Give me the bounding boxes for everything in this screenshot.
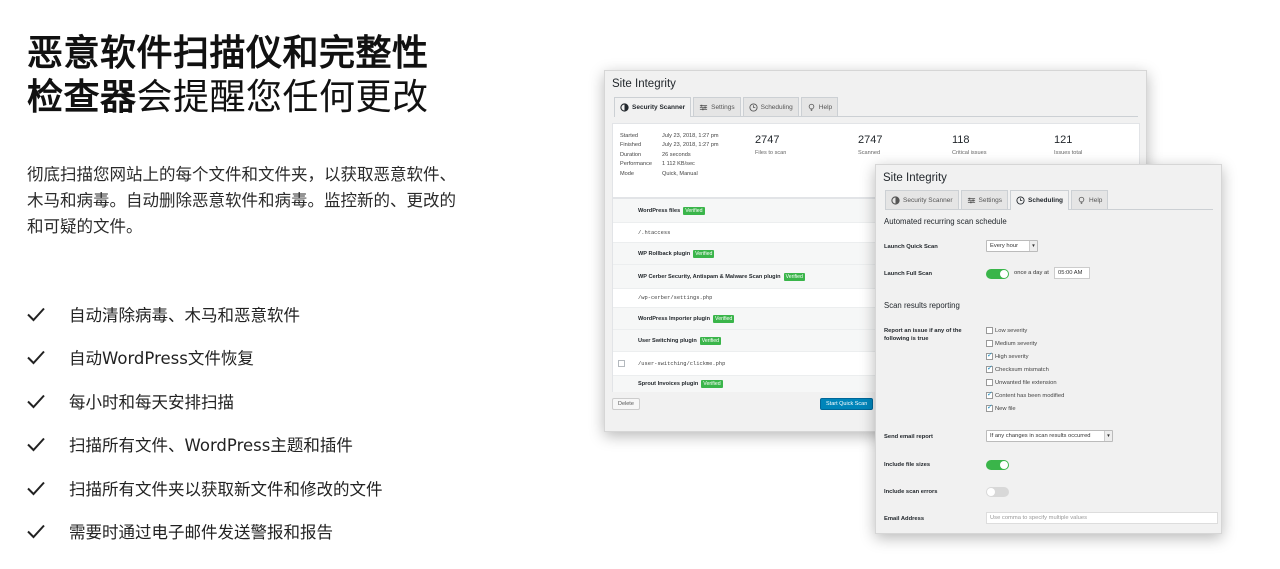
checkbox[interactable] (986, 379, 993, 386)
tab-security-scanner[interactable]: Security Scanner (885, 190, 959, 209)
tab-help[interactable]: Help (800, 97, 839, 116)
checkmark-icon (25, 520, 47, 542)
feature-label: 需要时通过电子邮件发送警报和报告 (69, 523, 333, 543)
feature-item: 扫描所有文件夹以获取新文件和修改的文件 (25, 466, 383, 510)
schedule-heading: Automated recurring scan schedule (884, 217, 1007, 226)
tab-security-scanner[interactable]: Security Scanner (614, 97, 692, 117)
launch-quick-scan-label: Launch Quick Scan (884, 244, 938, 250)
feature-label: 自动WordPress文件恢复 (69, 349, 254, 369)
verified-badge: Verified (713, 314, 735, 323)
stat-files-to-scan: 2747 Files to scan (755, 134, 787, 156)
hero-title-line1: 恶意软件扫描仪和完整性 (27, 33, 429, 74)
option-unwanted-extension[interactable]: Unwanted file extension (986, 379, 1057, 386)
start-quick-scan-button[interactable]: Start Quick Scan (820, 398, 874, 410)
chevron-down-icon: ▼ (1104, 431, 1112, 441)
option-low-severity[interactable]: Low severity (986, 327, 1027, 334)
checkmark-icon (25, 433, 47, 455)
hero-title-bold: 检查器 (27, 77, 137, 118)
option-high-severity[interactable]: High severity (986, 351, 1029, 360)
scheduling-form: Automated recurring scan schedule Launch… (876, 211, 1221, 533)
feature-item: 自动WordPress文件恢复 (25, 336, 383, 380)
checkmark-icon (25, 390, 47, 412)
shield-icon (620, 103, 629, 112)
tab-settings[interactable]: Settings (693, 97, 741, 116)
include-scan-errors-label: Include scan errors (884, 489, 938, 495)
checkbox[interactable] (986, 390, 993, 399)
quick-scan-frequency-select[interactable]: Every hour ▼ (986, 240, 1038, 252)
checkmark-icon (25, 477, 47, 499)
checkbox[interactable] (986, 351, 993, 360)
verified-badge: Verified (783, 272, 805, 281)
hero-description: 彻底扫描您网站上的每个文件和文件夹，以获取恶意软件、木马和病毒。自动删除恶意软件… (27, 165, 456, 236)
sliders-icon (967, 196, 976, 205)
sliders-icon (699, 103, 708, 112)
scan-meta: Started July 23, 2018, 1:27 pm Finished Ju… (620, 133, 719, 177)
option-medium-severity[interactable]: Medium severity (986, 340, 1037, 347)
full-scan-frequency-text: once a day at (1014, 270, 1049, 276)
feature-item: 需要时通过电子邮件发送警报和报告 (25, 510, 383, 554)
feature-item: 每小时和每天安排扫描 (25, 379, 383, 423)
email-report-select[interactable]: If any changes in scan results occurred … (986, 430, 1113, 442)
clock-icon (1016, 196, 1025, 205)
delete-button[interactable]: Delete (612, 398, 640, 410)
chevron-down-icon: ▼ (1029, 241, 1037, 251)
hero-title-thin: 会提醒您任何更改 (136, 77, 429, 118)
shield-icon (891, 195, 900, 205)
report-condition-label: Report an issue if any of the following … (884, 328, 962, 342)
full-scan-time-input[interactable]: 05:00 AM (1054, 267, 1090, 279)
feature-label: 扫描所有文件、WordPress主题和插件 (69, 436, 353, 456)
email-report-label: Send email report (884, 434, 933, 440)
feature-label: 自动清除病毒、木马和恶意软件 (69, 305, 300, 325)
tab-scheduling[interactable]: Scheduling (1010, 190, 1070, 210)
feature-item: 扫描所有文件、WordPress主题和插件 (25, 423, 383, 467)
checkbox[interactable] (986, 327, 993, 334)
feature-item: 自动清除病毒、木马和恶意软件 (25, 292, 383, 336)
checkmark-icon (25, 303, 47, 325)
verified-badge: Verified (701, 380, 723, 388)
verified-badge: Verified (683, 206, 705, 215)
report-heading: Scan results reporting (884, 301, 960, 310)
stat-critical-issues: 118 Critical issues (952, 134, 987, 156)
tab-settings[interactable]: Settings (960, 190, 1008, 209)
stat-scanned: 2747 Scanned (858, 134, 883, 156)
include-file-sizes-label: Include file sizes (884, 462, 931, 468)
feature-label: 每小时和每天安排扫描 (69, 392, 234, 412)
window-title: Site Integrity (612, 78, 676, 90)
checkmark-icon (25, 346, 47, 368)
checkbox[interactable] (986, 364, 993, 373)
lightbulb-icon (1077, 196, 1086, 205)
option-checksum-mismatch[interactable]: Checksum mismatch (986, 364, 1049, 373)
verified-badge: Verified (693, 249, 715, 258)
file-sizes-toggle[interactable] (986, 460, 1009, 470)
email-address-input[interactable]: Use comma to specify multiple values (986, 512, 1218, 524)
row-checkbox[interactable] (618, 360, 625, 367)
option-content-modified[interactable]: Content has been modified (986, 390, 1064, 399)
feature-label: 扫描所有文件夹以获取新文件和修改的文件 (69, 479, 383, 499)
email-address-label: Email Address (884, 516, 925, 522)
hero-title: 恶意软件扫描仪和完整性 检查器会提醒您任何更改 (27, 32, 487, 120)
scheduling-screenshot: Site Integrity Security Scanner Settings… (875, 164, 1222, 534)
window-title: Site Integrity (883, 172, 947, 184)
full-scan-toggle[interactable] (986, 269, 1009, 279)
scan-errors-toggle[interactable] (986, 487, 1009, 497)
stat-issues-total: 121 Issues total (1054, 134, 1083, 156)
verified-badge: Verified (699, 336, 722, 345)
tab-bar: Security Scanner Settings Scheduling Hel… (885, 190, 1213, 210)
checkbox[interactable] (986, 403, 993, 412)
checkbox[interactable] (986, 340, 993, 347)
lightbulb-icon (807, 103, 816, 112)
tab-bar: Security Scanner Settings Scheduling Hel… (614, 97, 1138, 117)
option-new-file[interactable]: New file (986, 403, 1016, 412)
feature-list: 自动清除病毒、木马和恶意软件 自动WordPress文件恢复 每小时和每天安排扫… (25, 292, 383, 553)
tab-scheduling[interactable]: Scheduling (742, 97, 799, 116)
launch-full-scan-label: Launch Full Scan (884, 271, 932, 277)
tab-help[interactable]: Help (1071, 190, 1109, 209)
clock-icon (749, 102, 758, 112)
